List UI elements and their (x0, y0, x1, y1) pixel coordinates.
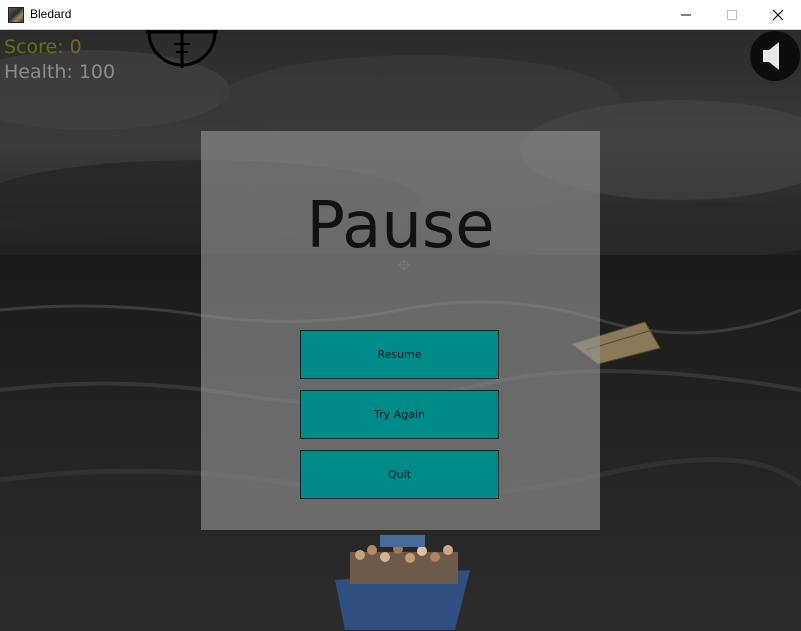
maximize-button[interactable] (709, 0, 755, 30)
minimize-icon (681, 14, 691, 16)
pause-menu-panel: Pause Resume Try Again Quit (201, 131, 600, 530)
try-again-button[interactable]: Try Again (300, 390, 499, 439)
window-titlebar: Bledard (0, 0, 801, 30)
quit-button[interactable]: Quit (300, 450, 499, 499)
maximize-icon (727, 10, 737, 20)
score-label: Score: 0 (4, 36, 82, 58)
close-icon (772, 9, 784, 21)
close-button[interactable] (755, 0, 801, 30)
resume-button[interactable]: Resume (300, 330, 499, 379)
health-label: Health: 100 (4, 61, 116, 83)
sound-toggle-button[interactable] (750, 31, 800, 81)
window-title: Bledard (30, 7, 72, 21)
app-icon (8, 7, 24, 23)
pause-title: Pause (306, 189, 495, 263)
crosshair-icon (146, 30, 218, 68)
minimize-button[interactable] (663, 0, 709, 30)
cursor-icon (398, 259, 410, 271)
game-canvas[interactable]: Score: 0 Health: 100 Pause Resume Try Ag… (0, 30, 801, 631)
